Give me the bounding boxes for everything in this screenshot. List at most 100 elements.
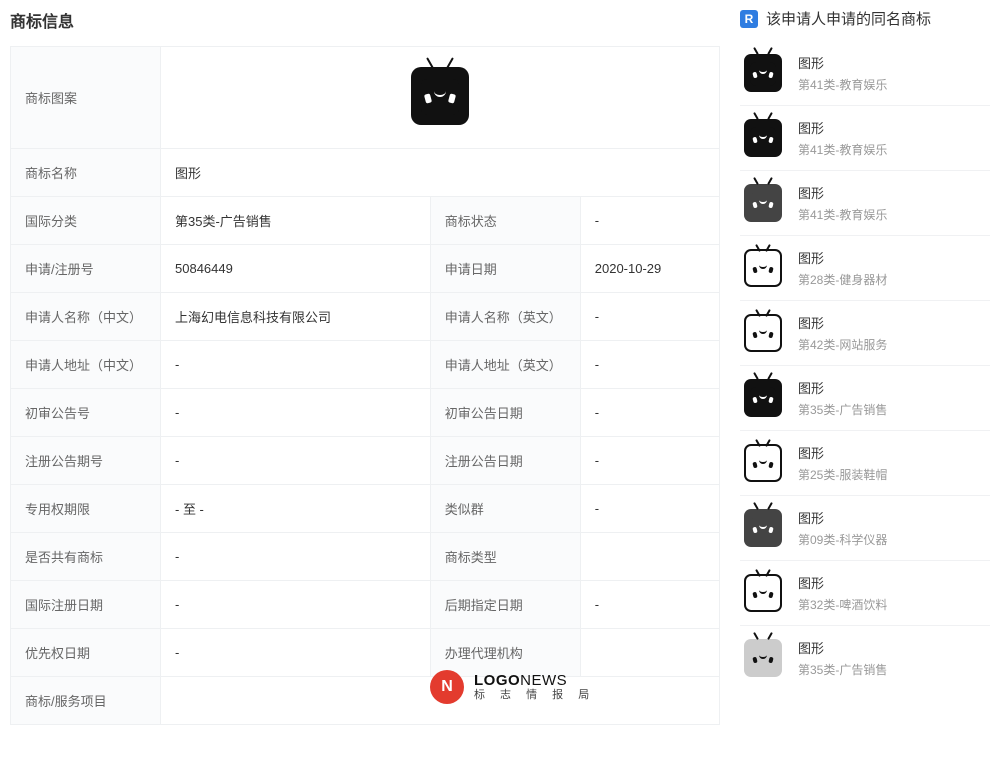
bilibili-tv-icon	[744, 639, 782, 677]
row-label: 后期指定日期	[430, 581, 580, 629]
related-trademark-name: 图形	[798, 248, 887, 267]
bilibili-tv-icon	[744, 54, 782, 92]
bilibili-tv-icon	[411, 67, 469, 125]
related-trademark-name: 图形	[798, 118, 887, 137]
related-trademark-item[interactable]: 图形第28类-健身器材	[740, 236, 990, 301]
applicant-link[interactable]: 上海幻电信息科技有限公司	[161, 293, 431, 341]
row-value: 2020-10-29	[580, 245, 719, 293]
trademark-thumb	[740, 570, 786, 616]
row-label: 注册公告日期	[430, 437, 580, 485]
row-value: -	[161, 341, 431, 389]
row-label: 申请日期	[430, 245, 580, 293]
row-label: 商标/服务项目	[11, 677, 161, 725]
related-trademark-class: 第09类-科学仪器	[798, 531, 887, 548]
row-value: 第35类-广告销售	[161, 197, 431, 245]
related-trademarks-list: 图形第41类-教育娱乐图形第41类-教育娱乐图形第41类-教育娱乐图形第28类-…	[740, 41, 990, 690]
row-label: 初审公告日期	[430, 389, 580, 437]
row-value: -	[580, 581, 719, 629]
row-label: 商标名称	[11, 149, 161, 197]
related-trademark-name: 图形	[798, 638, 887, 657]
row-label: 申请人地址（中文）	[11, 341, 161, 389]
trademark-thumb	[740, 50, 786, 96]
row-label: 是否共有商标	[11, 533, 161, 581]
trademark-thumb	[740, 375, 786, 421]
related-trademark-class: 第35类-广告销售	[798, 661, 887, 678]
related-trademark-class: 第35类-广告销售	[798, 401, 887, 418]
related-trademark-class: 第32类-啤酒饮料	[798, 596, 887, 613]
related-trademark-item[interactable]: 图形第41类-教育娱乐	[740, 171, 990, 236]
registered-badge-icon: R	[740, 10, 758, 28]
row-label: 国际注册日期	[11, 581, 161, 629]
trademark-thumb	[740, 440, 786, 486]
page-title: 商标信息	[10, 0, 720, 46]
related-trademark-item[interactable]: 图形第32类-啤酒饮料	[740, 561, 990, 626]
related-trademark-item[interactable]: 图形第35类-广告销售	[740, 366, 990, 431]
bilibili-tv-icon	[744, 509, 782, 547]
related-trademark-item[interactable]: 图形第42类-网站服务	[740, 301, 990, 366]
bilibili-tv-icon	[744, 379, 782, 417]
row-value: -	[580, 485, 719, 533]
related-trademark-item[interactable]: 图形第25类-服装鞋帽	[740, 431, 990, 496]
bilibili-tv-icon	[744, 184, 782, 222]
related-trademark-class: 第41类-教育娱乐	[798, 76, 887, 93]
row-value: -	[580, 341, 719, 389]
row-value	[580, 629, 719, 677]
row-value: -	[161, 389, 431, 437]
row-label: 优先权日期	[11, 629, 161, 677]
related-trademark-class: 第28类-健身器材	[798, 271, 887, 288]
row-value: 图形	[161, 149, 720, 197]
bilibili-tv-icon	[744, 444, 782, 482]
trademark-info-table: 商标图案 商标名称图形国际分类第35类-广告销售商标状态-申请/注册号50846…	[10, 46, 720, 725]
related-trademark-class: 第42类-网站服务	[798, 336, 887, 353]
row-label: 专用权期限	[11, 485, 161, 533]
row-label: 初审公告号	[11, 389, 161, 437]
row-value	[580, 533, 719, 581]
related-trademark-item[interactable]: 图形第09类-科学仪器	[740, 496, 990, 561]
row-label: 注册公告期号	[11, 437, 161, 485]
related-trademark-item[interactable]: 图形第35类-广告销售	[740, 626, 990, 690]
related-trademark-name: 图形	[798, 313, 887, 332]
row-value: 50846449	[161, 245, 431, 293]
bilibili-tv-icon	[744, 249, 782, 287]
row-value: -	[580, 437, 719, 485]
row-value: - 至 -	[161, 485, 431, 533]
related-trademark-name: 图形	[798, 508, 887, 527]
row-value: -	[161, 581, 431, 629]
related-trademark-item[interactable]: 图形第41类-教育娱乐	[740, 106, 990, 171]
row-label: 类似群	[430, 485, 580, 533]
row-label: 国际分类	[11, 197, 161, 245]
trademark-thumb	[740, 310, 786, 356]
row-label: 商标状态	[430, 197, 580, 245]
trademark-thumb	[740, 180, 786, 226]
related-trademark-name: 图形	[798, 53, 887, 72]
sidebar-title: 该申请人申请的同名商标	[766, 8, 931, 29]
row-value: -	[161, 437, 431, 485]
related-trademark-class: 第25类-服装鞋帽	[798, 466, 887, 483]
bilibili-tv-icon	[744, 119, 782, 157]
watermark-subtitle: 标 志 情 报 局	[474, 689, 595, 702]
bilibili-tv-icon	[744, 314, 782, 352]
related-trademark-name: 图形	[798, 183, 887, 202]
logonews-icon: N	[430, 670, 464, 704]
trademark-thumb	[740, 115, 786, 161]
row-value: -	[161, 533, 431, 581]
related-trademark-name: 图形	[798, 443, 887, 462]
watermark-logo: LOGO	[474, 672, 520, 689]
sidebar-header: R 该申请人申请的同名商标	[740, 0, 990, 41]
row-value: -	[580, 197, 719, 245]
logonews-watermark: N LOGONEWS 标 志 情 报 局	[430, 670, 595, 704]
row-label-image: 商标图案	[11, 47, 161, 149]
row-label: 申请/注册号	[11, 245, 161, 293]
row-label: 申请人名称（英文）	[430, 293, 580, 341]
related-trademark-item[interactable]: 图形第41类-教育娱乐	[740, 41, 990, 106]
related-trademark-class: 第41类-教育娱乐	[798, 141, 887, 158]
row-label: 申请人名称（中文）	[11, 293, 161, 341]
row-value: -	[580, 293, 719, 341]
row-label: 申请人地址（英文）	[430, 341, 580, 389]
related-trademark-name: 图形	[798, 378, 887, 397]
trademark-image-cell	[161, 47, 720, 149]
related-trademark-class: 第41类-教育娱乐	[798, 206, 887, 223]
bilibili-tv-icon	[744, 574, 782, 612]
watermark-news: NEWS	[520, 672, 567, 689]
trademark-thumb	[740, 245, 786, 291]
